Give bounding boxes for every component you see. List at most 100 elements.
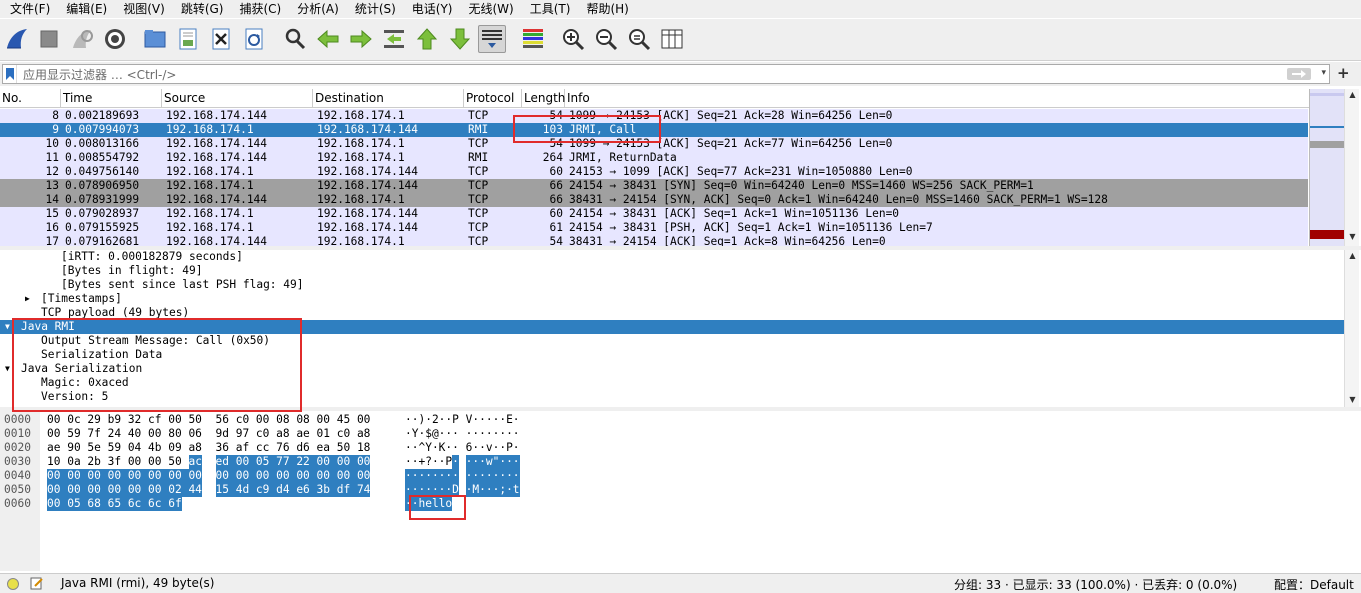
hex-ascii: ·: [452, 455, 459, 469]
zoom-in-icon[interactable]: [559, 25, 587, 53]
menu-item[interactable]: 捕获(C): [231, 0, 289, 18]
menu-item[interactable]: 工具(T): [522, 0, 579, 18]
detail-row[interactable]: [Bytes in flight: 49]: [0, 264, 1344, 278]
packet-cell-info: 1099 → 24153 [ACK] Seq=21 Ack=77 Win=642…: [569, 137, 893, 150]
colorize-icon[interactable]: [519, 25, 547, 53]
packet-row[interactable]: 17 0.079162681 192.168.174.144 192.168.174.…: [0, 235, 1308, 246]
packet-cell-info: 1099 → 24153 [ACK] Seq=21 Ack=28 Win=642…: [569, 109, 893, 122]
hex-offset: 0020: [4, 441, 31, 454]
column-destination[interactable]: Destination: [313, 89, 464, 108]
packet-row[interactable]: 12 0.049756140 192.168.174.1 192.168.174.14…: [0, 165, 1308, 179]
packet-cell-dst: 192.168.174.144: [317, 179, 419, 192]
restart-capture-icon[interactable]: [68, 25, 96, 53]
packet-cell-proto: RMI: [468, 151, 489, 164]
packet-cell-proto: TCP: [468, 165, 489, 178]
menu-item[interactable]: 无线(W): [461, 0, 522, 18]
packet-cell-src: 192.168.174.1: [166, 165, 254, 178]
packet-cell-time: 0.049756140: [65, 165, 140, 178]
packet-cell-proto: TCP: [468, 207, 489, 220]
menu-item[interactable]: 文件(F): [2, 0, 58, 18]
scroll-up-icon[interactable]: ▲: [1345, 251, 1360, 260]
packet-cell-time: 0.008554792: [65, 151, 140, 164]
add-filter-button[interactable]: +: [1337, 64, 1350, 82]
packet-cell-src: 192.168.174.144: [166, 109, 268, 122]
go-forward-icon[interactable]: [347, 25, 375, 53]
menu-item[interactable]: 编辑(E): [58, 0, 115, 18]
collapsed-arrow-icon[interactable]: ▶: [25, 292, 30, 306]
column-protocol[interactable]: Protocol: [464, 89, 522, 108]
hex-bytes: ae 90 5e 59 04 4b 09 a8: [47, 441, 202, 454]
scroll-up-icon[interactable]: ▲: [1345, 90, 1360, 99]
menu-item[interactable]: 分析(A): [289, 0, 347, 18]
packet-cell-dst: 192.168.174.1: [317, 235, 405, 246]
comment-icon[interactable]: [30, 576, 44, 593]
go-first-icon[interactable]: [413, 25, 441, 53]
packet-cell-src: 192.168.174.144: [166, 151, 268, 164]
packet-row[interactable]: 16 0.079155925 192.168.174.1 192.168.174.14…: [0, 221, 1308, 235]
column-no[interactable]: No.: [0, 89, 61, 108]
scroll-down-icon[interactable]: ▼: [1345, 395, 1360, 404]
column-length[interactable]: Length: [522, 89, 565, 108]
packet-cell-len: 264: [542, 151, 563, 164]
packet-cell-info: 38431 → 24154 [SYN, ACK] Seq=0 Ack=1 Win…: [569, 193, 1108, 206]
filter-bookmark-icon[interactable]: [3, 65, 17, 83]
annotation-box-hello: [409, 495, 466, 520]
resize-columns-icon[interactable]: [658, 25, 686, 53]
stop-capture-icon[interactable]: [35, 25, 63, 53]
display-filter-input[interactable]: 应用显示过滤器 … <Ctrl-/> ▾: [2, 64, 1330, 84]
details-scrollbar[interactable]: ▲ ▼: [1344, 250, 1359, 409]
filter-dropdown-icon[interactable]: ▾: [1321, 68, 1326, 78]
zoom-normal-icon[interactable]: [625, 25, 653, 53]
packet-cell-no: 16: [45, 221, 59, 234]
packet-bytes: 0000 00 0c 29 b9 32 cf 00 50 56 c0 00 08 0…: [0, 411, 1361, 571]
packet-row[interactable]: 15 0.079028937 192.168.174.1 192.168.174.14…: [0, 207, 1308, 221]
packet-list-scrollbar[interactable]: ▲ ▼: [1344, 89, 1359, 246]
apply-filter-arrow-icon[interactable]: [1287, 68, 1311, 80]
hex-bytes: ed 00 05 77 22 00 00 00: [215, 455, 371, 469]
hex-offset: 0060: [4, 497, 31, 510]
hex-bytes: 56 c0 00 08 08 00 45 00: [215, 413, 371, 426]
packet-cell-no: 10: [45, 137, 59, 150]
autoscroll-icon[interactable]: [478, 25, 506, 53]
save-file-icon[interactable]: [174, 25, 202, 53]
menu-item[interactable]: 跳转(G): [173, 0, 232, 18]
detail-row[interactable]: [Bytes sent since last PSH flag: 49]: [0, 278, 1344, 292]
hex-ascii: ········: [465, 469, 520, 483]
detail-row[interactable]: ▶ [Timestamps]: [0, 292, 1344, 306]
packet-row[interactable]: 11 0.008554792 192.168.174.144 192.168.174.…: [0, 151, 1308, 165]
expanded-arrow-icon[interactable]: ▼: [5, 362, 10, 376]
scroll-down-icon[interactable]: ▼: [1345, 232, 1360, 241]
shark-fin-start-icon[interactable]: [3, 25, 31, 53]
menu-item[interactable]: 电话(Y): [404, 0, 461, 18]
close-file-icon[interactable]: [207, 25, 235, 53]
packet-cell-dst: 192.168.174.1: [317, 193, 405, 206]
column-time[interactable]: Time: [61, 89, 162, 108]
menu-item[interactable]: 视图(V): [115, 0, 173, 18]
zoom-out-icon[interactable]: [592, 25, 620, 53]
packet-minimap[interactable]: [1309, 89, 1344, 246]
packet-cell-dst: 192.168.174.1: [317, 151, 405, 164]
packet-cell-info: 24153 → 1099 [ACK] Seq=77 Ack=231 Win=10…: [569, 165, 913, 178]
packet-row[interactable]: 13 0.078906950 192.168.174.1 192.168.174.14…: [0, 179, 1308, 193]
column-info[interactable]: Info: [565, 89, 1310, 108]
expanded-arrow-icon[interactable]: ▼: [5, 320, 10, 334]
detail-row[interactable]: [iRTT: 0.000182879 seconds]: [0, 250, 1344, 264]
menu-item[interactable]: 统计(S): [347, 0, 404, 18]
go-back-icon[interactable]: [314, 25, 342, 53]
go-to-packet-icon[interactable]: [380, 25, 408, 53]
column-source[interactable]: Source: [162, 89, 313, 108]
go-last-icon[interactable]: [446, 25, 474, 53]
find-packet-icon[interactable]: [281, 25, 309, 53]
open-file-icon[interactable]: [141, 25, 169, 53]
bytes-scrollbar[interactable]: [1344, 411, 1359, 571]
packet-cell-len: 66: [549, 193, 563, 206]
capture-options-icon[interactable]: [101, 25, 129, 53]
expert-info-icon[interactable]: [7, 578, 19, 590]
packet-row[interactable]: 14 0.078931999 192.168.174.144 192.168.174.…: [0, 193, 1308, 207]
menu-item[interactable]: 帮助(H): [578, 0, 636, 18]
reload-file-icon[interactable]: [240, 25, 268, 53]
packet-cell-no: 9: [52, 123, 59, 136]
status-profile[interactable]: 配置：Default: [1274, 576, 1354, 593]
packet-cell-info: 38431 → 24154 [ACK] Seq=1 Ack=8 Win=6425…: [569, 235, 886, 246]
packet-cell-no: 8: [52, 109, 59, 122]
